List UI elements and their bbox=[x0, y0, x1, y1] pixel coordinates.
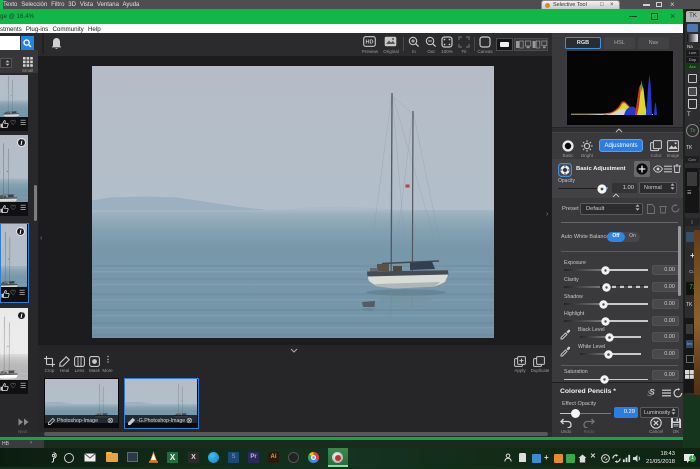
svg-text:HD: HD bbox=[366, 40, 374, 46]
